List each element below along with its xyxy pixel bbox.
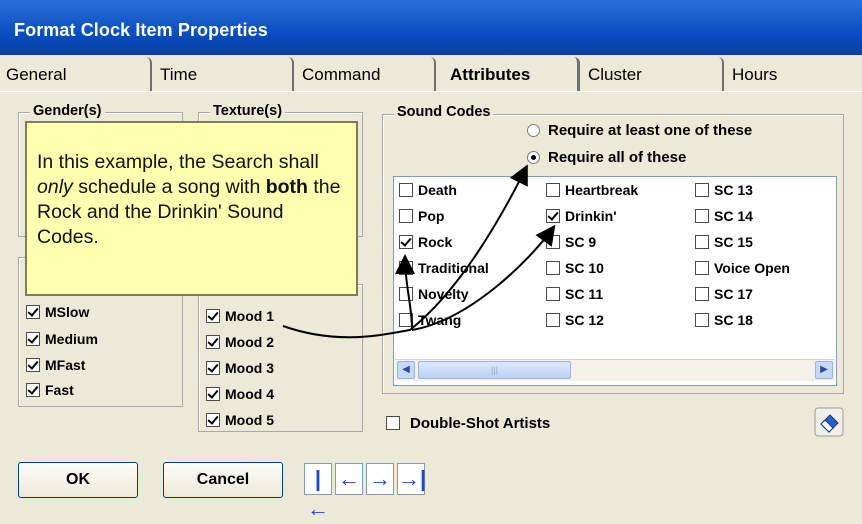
annotation-arrows [282, 164, 556, 339]
arrow-to-radio-all [282, 164, 528, 339]
arrow-to-rock [395, 254, 416, 331]
